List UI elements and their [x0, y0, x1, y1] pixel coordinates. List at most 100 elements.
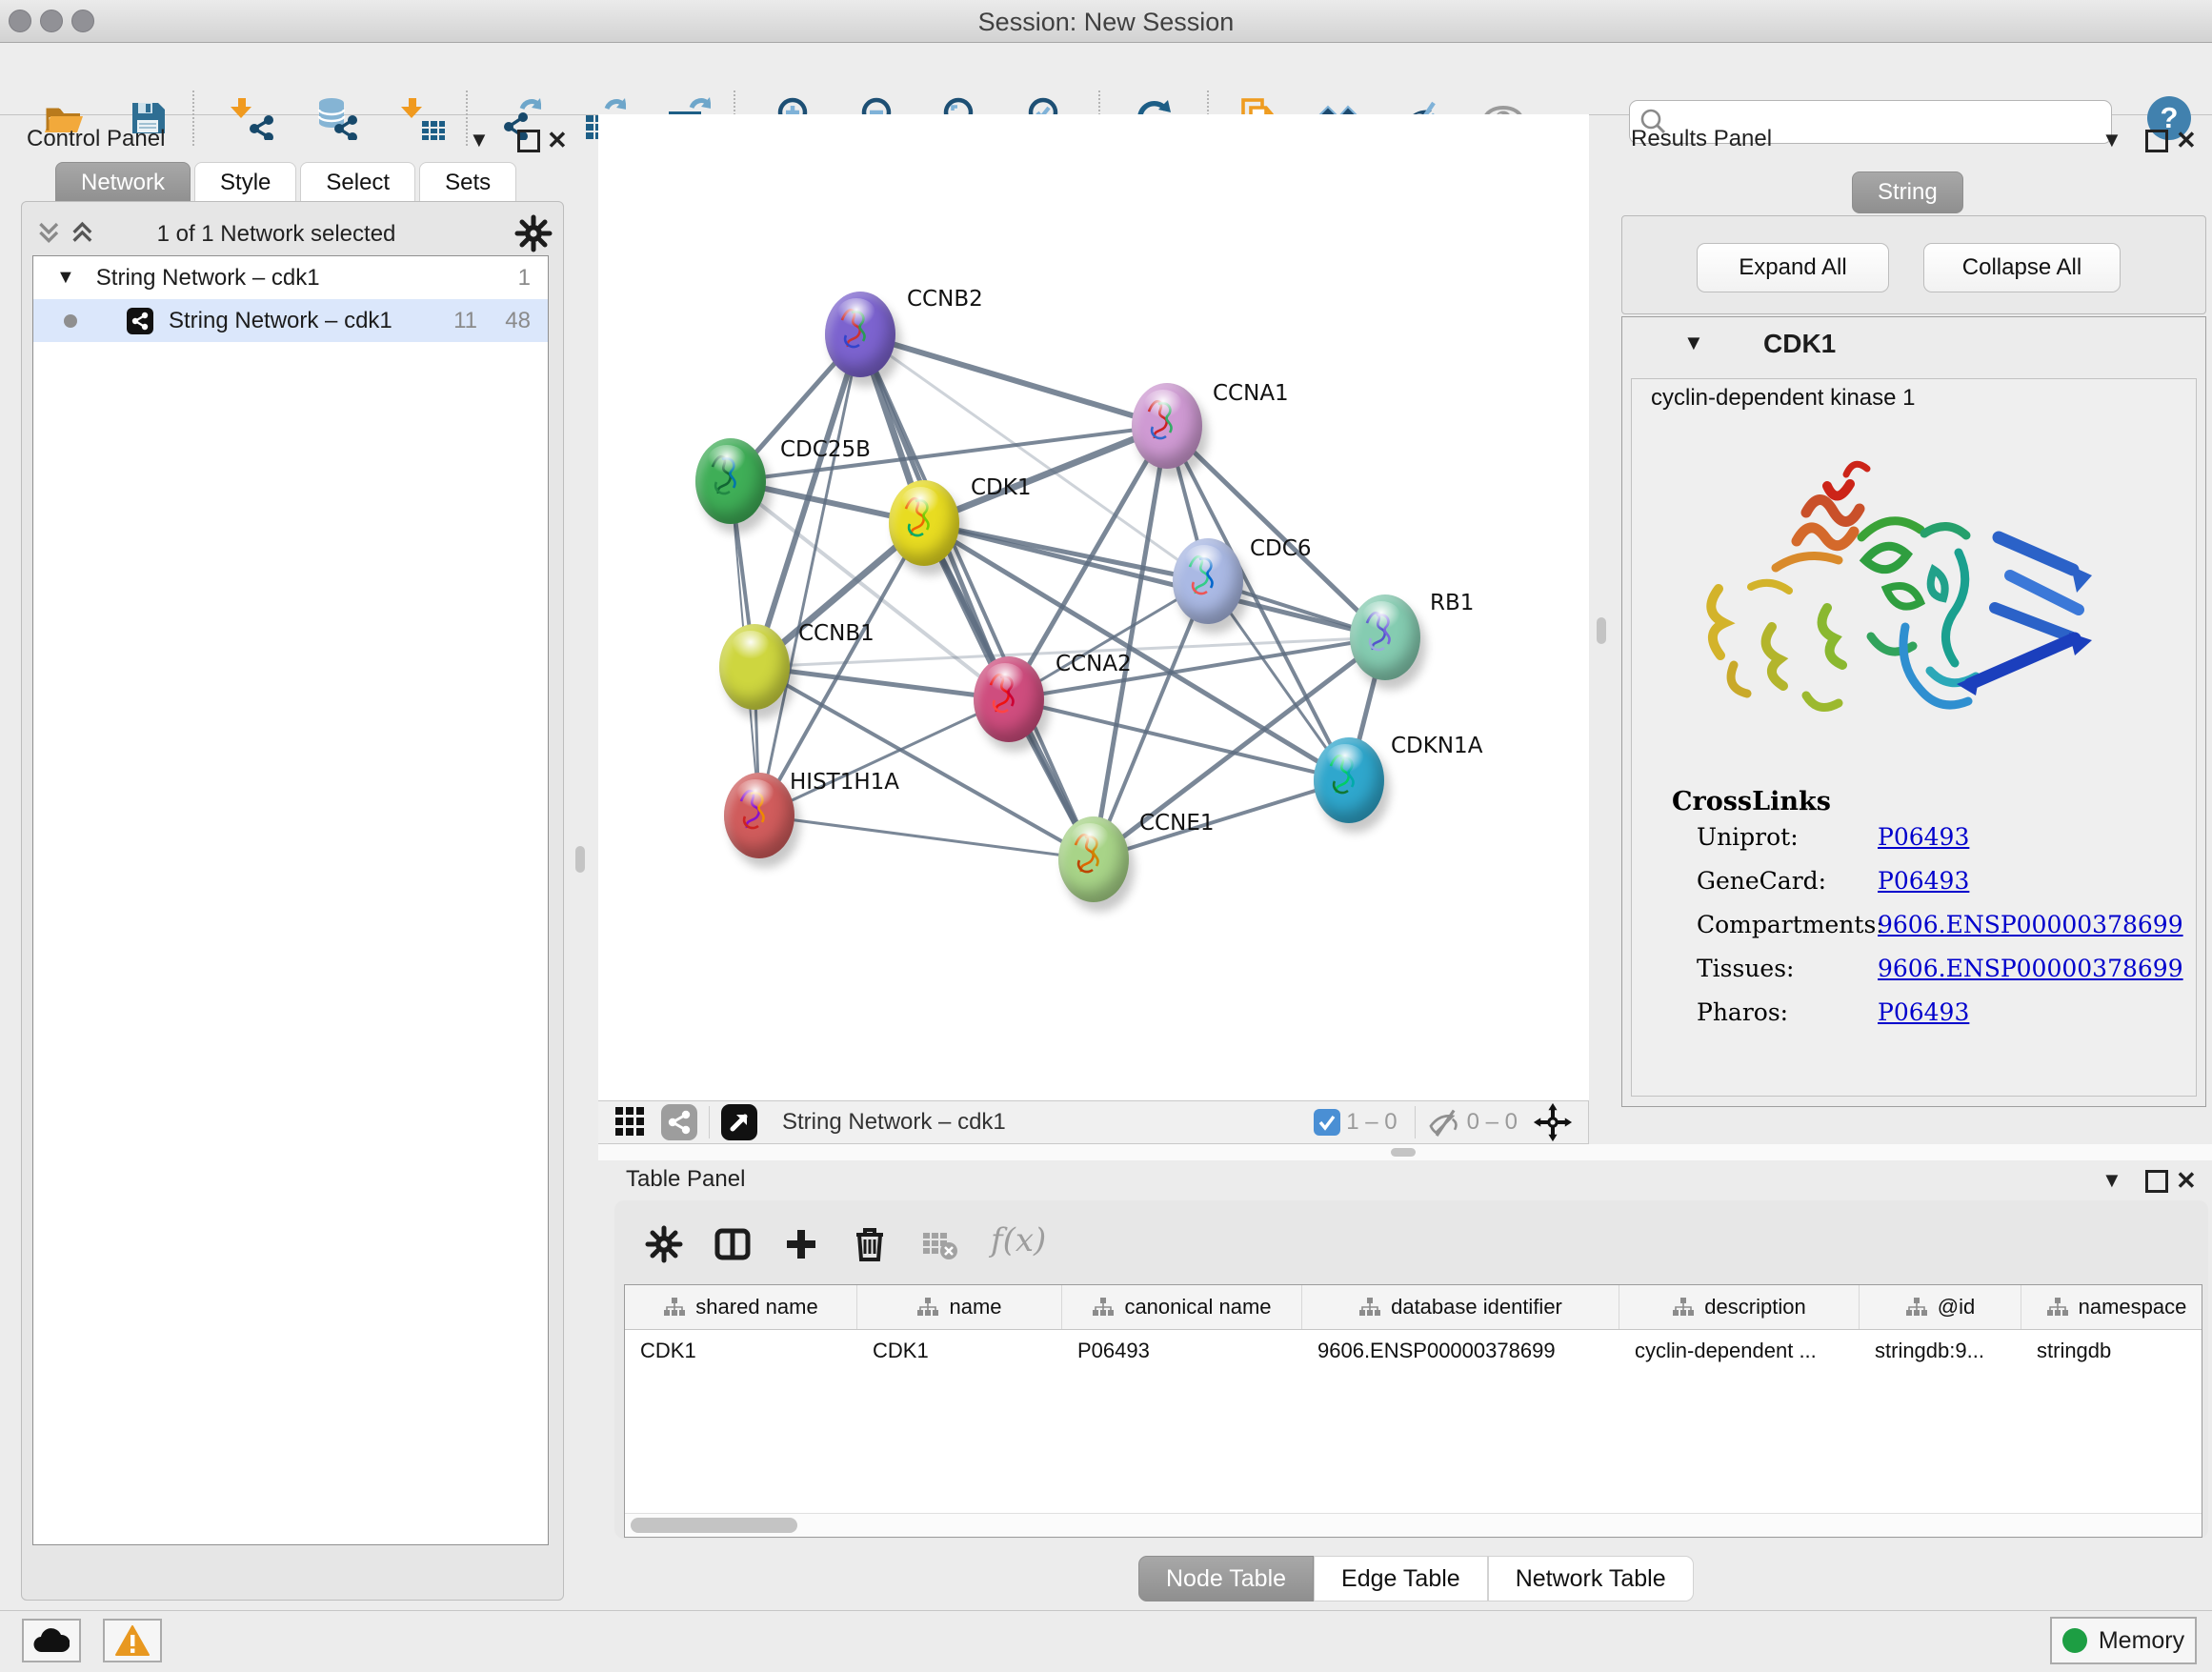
network-node-ccne1[interactable] [1058, 816, 1129, 902]
column-header-name[interactable]: name [857, 1285, 1062, 1329]
table-cell[interactable]: P06493 [1062, 1330, 1302, 1372]
import-table-icon[interactable] [401, 96, 445, 140]
warnings-button[interactable] [103, 1619, 162, 1662]
table-options-gear-icon[interactable] [645, 1225, 683, 1263]
import-network-database-icon[interactable] [313, 96, 357, 140]
crosslink-link[interactable]: P06493 [1878, 823, 1969, 851]
network-node-ccna2[interactable] [974, 656, 1044, 742]
network-edge[interactable] [860, 334, 1167, 426]
table-cell[interactable]: stringdb [2021, 1330, 2202, 1372]
results-panel-collapse-icon[interactable]: ▼ [2101, 128, 2122, 152]
column-header-description[interactable]: description [1619, 1285, 1860, 1329]
network-edge[interactable] [759, 334, 860, 816]
crosslink-row: Uniprot:P06493 [1697, 823, 2192, 867]
table-cell[interactable]: stringdb:9... [1860, 1330, 2021, 1372]
crosslink-link[interactable]: 9606.ENSP00000378699 [1878, 911, 2183, 938]
tree-expander-icon[interactable]: ▼ [56, 267, 75, 289]
column-tree-icon [1358, 1298, 1381, 1317]
fit-selected-crosshair-icon[interactable] [1533, 1102, 1573, 1142]
protein-thumbnail [974, 656, 1044, 742]
network-edge[interactable] [924, 523, 1385, 637]
table-cell[interactable]: CDK1 [625, 1330, 857, 1372]
node-label-ccne1: CCNE1 [1139, 811, 1215, 836]
collapse-all-button[interactable]: Collapse All [1923, 243, 2121, 292]
memory-label: Memory [2099, 1627, 2184, 1655]
tab-string[interactable]: String [1852, 171, 1963, 213]
protein-section-header[interactable]: ▼ CDK1 [1622, 317, 2205, 376]
network-collection-row[interactable]: ▼ String Network – cdk1 1 [33, 256, 548, 299]
left-splitter-handle[interactable] [575, 846, 585, 873]
tab-node-table[interactable]: Node Table [1138, 1556, 1314, 1601]
network-node-cdkn1a[interactable] [1314, 737, 1384, 823]
share-network-icon[interactable] [661, 1104, 697, 1140]
network-options-gear-icon[interactable] [514, 214, 553, 252]
tab-sets[interactable]: Sets [419, 162, 516, 204]
control-panel-title: Control Panel [27, 126, 165, 152]
network-edge[interactable] [759, 699, 1009, 816]
table-panel-collapse-icon[interactable]: ▼ [2101, 1168, 2122, 1193]
tab-network-table[interactable]: Network Table [1488, 1556, 1694, 1601]
results-panel-title: Results Panel [1631, 126, 1772, 152]
expand-all-button[interactable]: Expand All [1697, 243, 1889, 292]
table-panel-close-icon[interactable]: ✕ [2176, 1166, 2197, 1196]
network-node-hist1h1a[interactable] [724, 773, 794, 858]
node-table-header: shared namenamecanonical namedatabase id… [625, 1285, 2202, 1330]
network-edge[interactable] [759, 816, 1094, 859]
table-cell[interactable]: 9606.ENSP00000378699 [1302, 1330, 1619, 1372]
create-column-plus-icon[interactable] [782, 1225, 820, 1263]
right-splitter-handle[interactable] [1597, 617, 1606, 644]
network-edge[interactable] [1094, 780, 1349, 859]
horizontal-splitter-handle[interactable] [1391, 1148, 1416, 1157]
control-panel-close-icon[interactable]: ✕ [547, 126, 568, 155]
open-in-window-icon[interactable] [721, 1104, 757, 1140]
network-node-cdk1[interactable] [889, 480, 959, 566]
table-horizontal-scrollbar[interactable] [625, 1513, 2202, 1537]
crosslink-row: GeneCard:P06493 [1697, 867, 2192, 911]
column-header-sharedname[interactable]: shared name [625, 1285, 857, 1329]
crosslink-link[interactable]: P06493 [1878, 998, 1969, 1026]
column-header-label: description [1704, 1295, 1805, 1319]
column-header-databaseidentifier[interactable]: database identifier [1302, 1285, 1619, 1329]
cloud-button[interactable] [22, 1619, 81, 1662]
network-tree: ▼ String Network – cdk1 1 String Network… [32, 255, 549, 1545]
show-columns-icon[interactable] [714, 1225, 752, 1263]
tab-edge-table[interactable]: Edge Table [1314, 1556, 1488, 1601]
birdseye-grid-icon[interactable] [613, 1105, 648, 1139]
control-panel-collapse-icon[interactable]: ▼ [469, 128, 490, 152]
memory-indicator[interactable]: Memory [2050, 1617, 2197, 1664]
control-panel-float-icon[interactable] [517, 130, 540, 157]
results-panel-close-icon[interactable]: ✕ [2176, 126, 2197, 155]
column-header-id[interactable]: @id [1860, 1285, 2021, 1329]
network-view-canvas[interactable]: CCNB2CCNA1CDC25BCDK1CDC6RB1CCNB1CCNA2CDK… [598, 114, 1589, 1100]
selected-count: 1 – 0 [1346, 1109, 1397, 1136]
table-panel-float-icon[interactable] [2145, 1170, 2168, 1198]
scrollbar-thumb[interactable] [631, 1518, 797, 1533]
tab-style[interactable]: Style [194, 162, 296, 204]
network-row-selected[interactable]: String Network – cdk1 11 48 [33, 299, 548, 342]
table-cell[interactable]: CDK1 [857, 1330, 1062, 1372]
network-node-rb1[interactable] [1350, 594, 1420, 680]
network-node-cdc6[interactable] [1173, 538, 1243, 624]
column-header-namespace[interactable]: namespace [2021, 1285, 2202, 1329]
delete-column-trash-icon[interactable] [851, 1225, 889, 1263]
hidden-eye-slash-icon[interactable] [1427, 1105, 1461, 1139]
import-network-file-icon[interactable] [231, 96, 274, 140]
table-cell[interactable]: cyclin-dependent ... [1619, 1330, 1860, 1372]
column-tree-icon [1905, 1298, 1928, 1317]
network-node-ccna1[interactable] [1132, 383, 1202, 469]
tab-network[interactable]: Network [55, 162, 191, 204]
crosslink-link[interactable]: 9606.ENSP00000378699 [1878, 955, 2183, 982]
column-header-canonicalname[interactable]: canonical name [1062, 1285, 1302, 1329]
table-row[interactable]: CDK1CDK1P064939606.ENSP00000378699cyclin… [625, 1330, 2202, 1372]
results-panel-float-icon[interactable] [2145, 130, 2168, 157]
network-node-cdc25b[interactable] [695, 438, 766, 524]
network-node-ccnb2[interactable] [825, 292, 895, 377]
crosslink-link[interactable]: P06493 [1878, 867, 1969, 895]
network-edge[interactable] [1009, 699, 1349, 780]
selected-checkbox-icon[interactable] [1314, 1109, 1340, 1136]
network-node-ccnb1[interactable] [719, 624, 790, 710]
tab-select[interactable]: Select [300, 162, 415, 204]
toolbar-separator [709, 1106, 710, 1138]
section-expander-icon[interactable]: ▼ [1683, 331, 1704, 355]
protein-thumbnail [825, 292, 895, 377]
